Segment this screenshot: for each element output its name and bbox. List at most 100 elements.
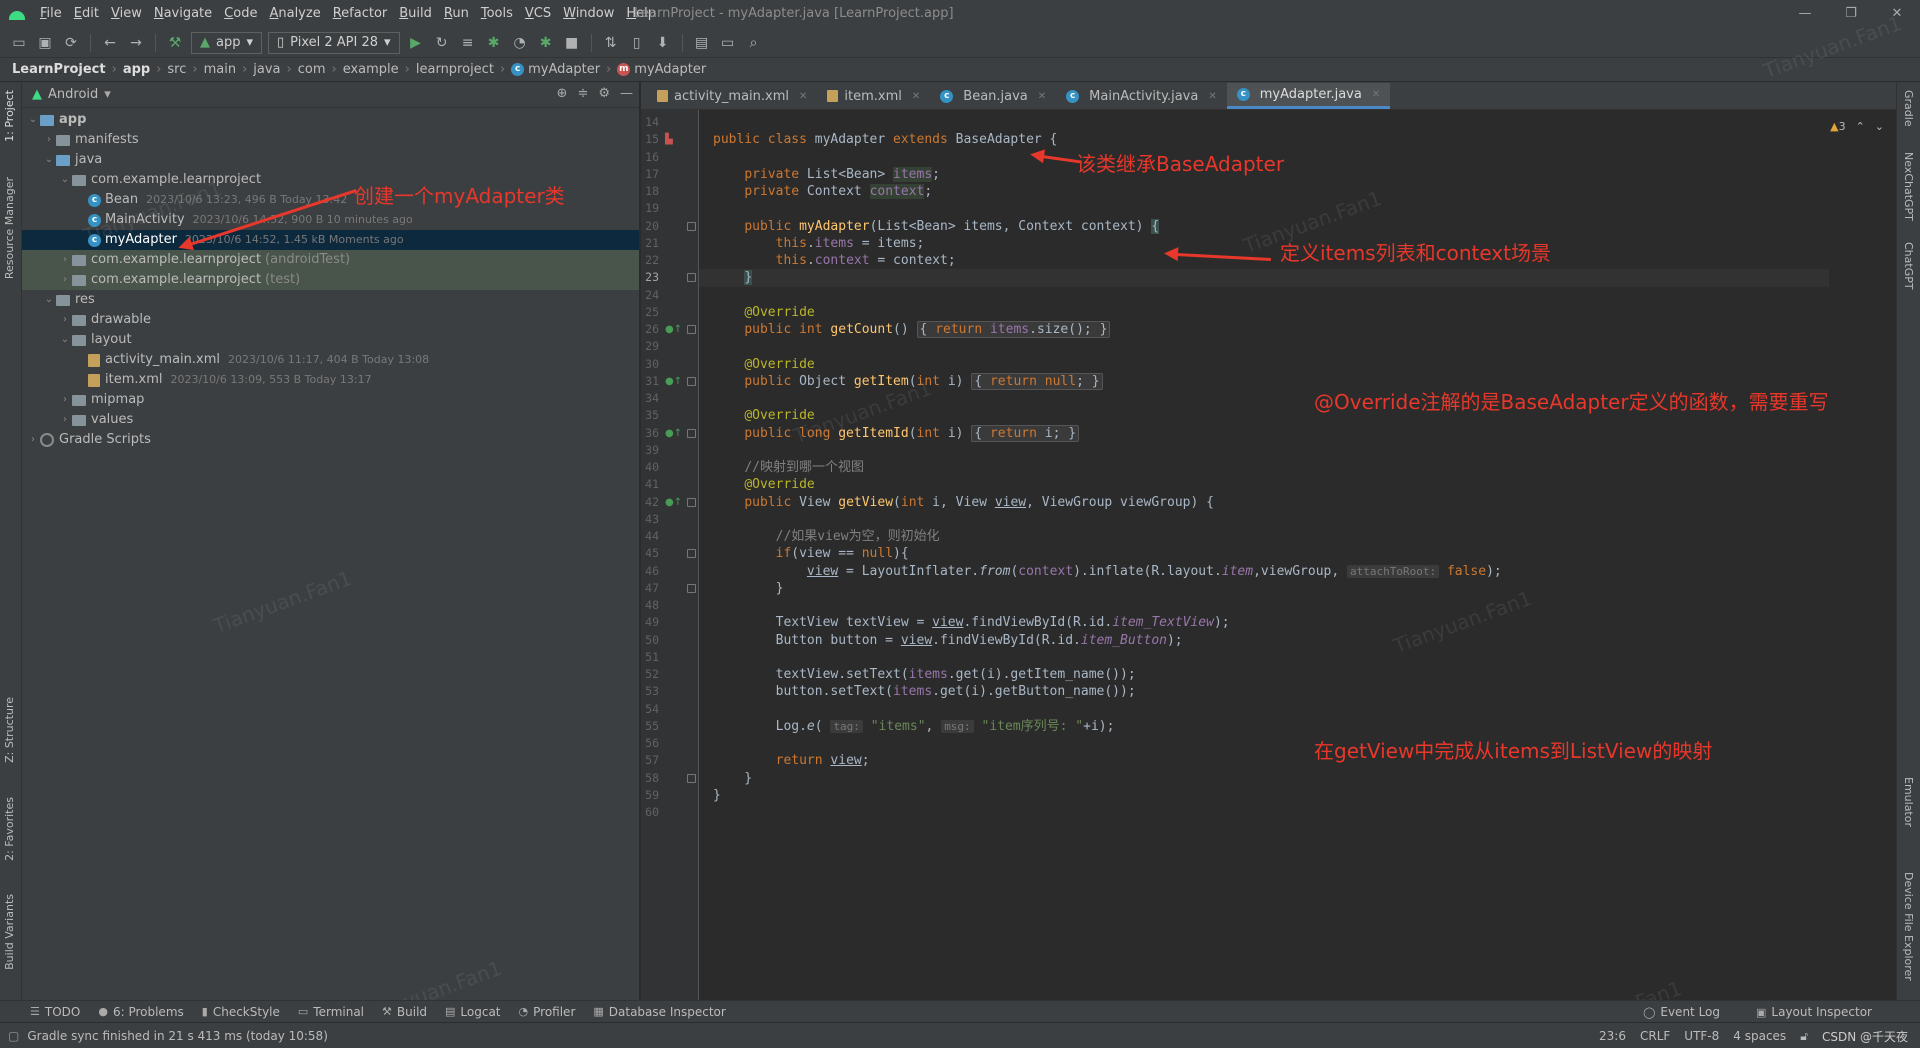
close-tab-icon[interactable]: ✕ xyxy=(1372,89,1380,100)
code-line[interactable]: public View getView(int i, View view, Vi… xyxy=(713,494,1214,511)
breadcrumb-item[interactable]: LearnProject xyxy=(12,62,106,77)
stop-icon[interactable]: ■ xyxy=(561,32,583,54)
fold-icon[interactable] xyxy=(687,497,696,507)
override-marker-icon[interactable]: ●↑ xyxy=(665,373,682,390)
fold-icon[interactable] xyxy=(687,428,696,438)
apply-code-changes-icon[interactable]: ≡ xyxy=(457,32,479,54)
tool-tab-project[interactable]: 1: Project xyxy=(3,90,16,142)
tool-tab-device-file-explorer[interactable]: Device File Explorer xyxy=(1902,872,1915,981)
file-encoding[interactable]: UTF-8 xyxy=(1684,1029,1719,1043)
tree-item-com-example-learnproject[interactable]: › com.example.learnproject (androidTest) xyxy=(22,250,639,270)
tree-item-res[interactable]: ⌄ res xyxy=(22,290,639,310)
code-line[interactable]: return view; xyxy=(713,752,870,769)
chevron-down-icon[interactable]: ⌄ xyxy=(58,170,72,190)
tool-tab-emulator[interactable]: Emulator xyxy=(1902,777,1915,827)
menu-tools[interactable]: Tools xyxy=(475,0,519,28)
menu-edit[interactable]: Edit xyxy=(68,0,105,28)
bottom-tool-database-inspector[interactable]: ▦ Database Inspector xyxy=(593,1005,725,1019)
bottom-tool-6-problems[interactable]: ● 6: Problems xyxy=(98,1005,183,1019)
editor-tab-item-xml[interactable]: item.xml ✕ xyxy=(817,83,930,109)
open-folder-icon[interactable]: ▭ xyxy=(8,32,30,54)
menu-refactor[interactable]: Refactor xyxy=(327,0,394,28)
breadcrumb-item[interactable]: c myAdapter xyxy=(511,62,600,77)
layout-inspector-icon[interactable]: ▭ xyxy=(717,32,739,54)
hide-panel-icon[interactable]: — xyxy=(620,86,633,101)
menu-view[interactable]: View xyxy=(105,0,148,28)
chevron-right-icon[interactable]: › xyxy=(58,410,72,430)
menu-file[interactable]: File xyxy=(34,0,68,28)
code-line[interactable]: view = LayoutInflater.from(context).infl… xyxy=(713,563,1502,580)
bottom-tool-build[interactable]: ⚒ Build xyxy=(382,1005,427,1019)
search-icon[interactable]: ⌕ xyxy=(743,32,765,54)
tree-item-java[interactable]: ⌄ java xyxy=(22,150,639,170)
tree-item-layout[interactable]: ⌄ layout xyxy=(22,330,639,350)
breadcrumb-item[interactable]: com xyxy=(298,62,326,77)
avd-manager-icon[interactable]: ▯ xyxy=(626,32,648,54)
minimize-button[interactable]: — xyxy=(1782,0,1828,28)
code-line[interactable]: public class myAdapter extends BaseAdapt… xyxy=(713,131,1057,148)
override-marker-icon[interactable]: ●↑ xyxy=(665,494,682,511)
tree-item-activity-main-xml[interactable]: activity_main.xml 2023/10/6 11:17, 404 B … xyxy=(22,350,639,370)
code-line[interactable]: if(view == null){ xyxy=(713,545,909,562)
chevron-right-icon[interactable]: › xyxy=(26,430,40,450)
code-line[interactable]: //映射到哪一个视图 xyxy=(713,459,864,476)
profile-icon[interactable]: ◔ xyxy=(509,32,531,54)
tree-item-item-xml[interactable]: item.xml 2023/10/6 13:09, 553 B Today 13:… xyxy=(22,370,639,390)
tree-item-gradle-scripts[interactable]: › Gradle Scripts xyxy=(22,430,639,450)
fold-icon[interactable] xyxy=(687,221,696,231)
tree-item-drawable[interactable]: › drawable xyxy=(22,310,639,330)
code-line[interactable]: @Override xyxy=(713,476,814,493)
code-line[interactable]: public myAdapter(List<Bean> items, Conte… xyxy=(713,218,1160,235)
chevron-right-icon[interactable]: › xyxy=(58,250,72,270)
breadcrumb-item[interactable]: example xyxy=(343,62,399,77)
code-line[interactable]: private List<Bean> items; xyxy=(713,166,940,183)
status-panel-toggle-icon[interactable]: ▢ xyxy=(8,1029,19,1043)
menu-vcs[interactable]: VCS xyxy=(519,0,557,28)
tree-item-values[interactable]: › values xyxy=(22,410,639,430)
locate-icon[interactable]: ⊕ xyxy=(557,86,568,101)
caret-position[interactable]: 23:6 xyxy=(1599,1029,1626,1043)
fold-icon[interactable] xyxy=(687,549,696,559)
chevron-down-icon[interactable]: ⌄ xyxy=(1875,120,1884,133)
editor-tab-bean-java[interactable]: c Bean.java ✕ xyxy=(930,83,1056,109)
fold-icon[interactable] xyxy=(687,273,696,283)
save-icon[interactable]: ▣ xyxy=(34,32,56,54)
code-line[interactable]: //如果view为空，则初始化 xyxy=(713,528,940,545)
code-line[interactable]: } xyxy=(713,580,784,597)
breadcrumb-item[interactable]: m myAdapter xyxy=(617,62,706,77)
code-line[interactable]: textView.setText(items.get(i).getItem_na… xyxy=(713,666,1136,683)
editor-tab-myadapter-java[interactable]: c myAdapter.java ✕ xyxy=(1226,83,1391,109)
attach-debugger-icon[interactable]: ✱ xyxy=(535,32,557,54)
debug-icon[interactable]: ✱ xyxy=(483,32,505,54)
code-line[interactable]: button.setText(items.get(i).getButton_na… xyxy=(713,683,1136,700)
bottom-tool-logcat[interactable]: ▤ Logcat xyxy=(445,1005,501,1019)
editor-tab-mainactivity-java[interactable]: c MainActivity.java ✕ xyxy=(1056,83,1227,109)
tool-tab-structure[interactable]: Z: Structure xyxy=(3,697,16,763)
sync-gradle-icon[interactable]: ⇅ xyxy=(600,32,622,54)
chevron-right-icon[interactable]: › xyxy=(42,130,56,150)
fold-icon[interactable] xyxy=(687,376,696,386)
forward-arrow-icon[interactable]: → xyxy=(125,32,147,54)
bottom-tool-todo[interactable]: ☰ TODO xyxy=(30,1005,80,1019)
chevron-down-icon[interactable]: ⌄ xyxy=(58,330,72,350)
tree-item-com-example-learnproject[interactable]: › com.example.learnproject (test) xyxy=(22,270,639,290)
tool-tab-build-variants[interactable]: Build Variants xyxy=(3,894,16,970)
tree-item-app[interactable]: ⌄ app xyxy=(22,110,639,130)
tool-tab-favorites[interactable]: 2: Favorites xyxy=(3,797,16,861)
android-preview-icon[interactable]: ▙ xyxy=(665,131,673,148)
bottom-tool-terminal[interactable]: ▭ Terminal xyxy=(298,1005,364,1019)
breadcrumb-item[interactable]: src xyxy=(167,62,186,77)
breadcrumb-item[interactable]: java xyxy=(253,62,280,77)
close-tab-icon[interactable]: ✕ xyxy=(912,91,920,102)
code-line[interactable]: public long getItemId(int i) { return i;… xyxy=(713,424,1080,442)
breadcrumb-item[interactable]: main xyxy=(204,62,236,77)
code-line[interactable]: @Override xyxy=(713,304,814,321)
project-structure-icon[interactable]: ▤ xyxy=(691,32,713,54)
code-line[interactable]: } xyxy=(713,269,753,286)
bottom-tool-event-log[interactable]: ◯ Event Log xyxy=(1643,1005,1720,1019)
chevron-right-icon[interactable]: › xyxy=(58,270,72,290)
close-tab-icon[interactable]: ✕ xyxy=(1038,91,1046,102)
tool-tab-resource-manager[interactable]: Resource Manager xyxy=(3,177,16,279)
fold-icon[interactable] xyxy=(687,583,696,593)
chevron-down-icon[interactable]: ⌄ xyxy=(42,150,56,170)
